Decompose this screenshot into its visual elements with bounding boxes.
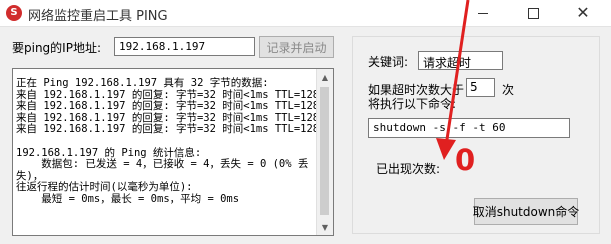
- command-input[interactable]: shutdown -s -f -t 60: [368, 118, 570, 138]
- app-icon: S: [6, 5, 22, 21]
- keyword-label: 关键词:: [368, 55, 409, 69]
- minimize-button[interactable]: [460, 0, 506, 26]
- watermark: [508, 214, 606, 240]
- close-icon: ✕: [576, 3, 590, 22]
- scroll-thumb[interactable]: [320, 87, 329, 215]
- occurrence-count-label: 已出现次数:: [376, 162, 441, 176]
- scroll-up-icon[interactable]: ▲: [317, 69, 333, 85]
- execute-command-label: 将执行以下命令:: [368, 97, 457, 111]
- timeout-count-input[interactable]: 5: [466, 78, 495, 97]
- minimize-icon: [478, 12, 488, 14]
- maximize-button[interactable]: [510, 0, 556, 26]
- ping-log-textarea[interactable]: 正在 Ping 192.168.1.197 具有 32 字节的数据: 来自 19…: [12, 68, 334, 236]
- title-bar: S 网络监控重启工具 PING ✕: [0, 0, 611, 27]
- keyword-input[interactable]: 请求超时: [418, 51, 503, 70]
- ping-log-text: 正在 Ping 192.168.1.197 具有 32 字节的数据: 来自 19…: [16, 77, 320, 205]
- log-scrollbar[interactable]: ▲ ▼: [316, 69, 333, 235]
- timeout-count-unit: 次: [502, 83, 515, 97]
- close-button[interactable]: ✕: [560, 0, 606, 26]
- ip-address-label: 要ping的IP地址:: [12, 41, 101, 55]
- record-start-button[interactable]: 记录并启动: [259, 36, 334, 58]
- ip-address-input[interactable]: 192.168.1.197: [114, 37, 255, 56]
- maximize-icon: [527, 7, 539, 19]
- scroll-down-icon[interactable]: ▼: [317, 219, 333, 235]
- occurrence-count-value: 0: [455, 143, 476, 177]
- window-title: 网络监控重启工具 PING: [28, 9, 168, 24]
